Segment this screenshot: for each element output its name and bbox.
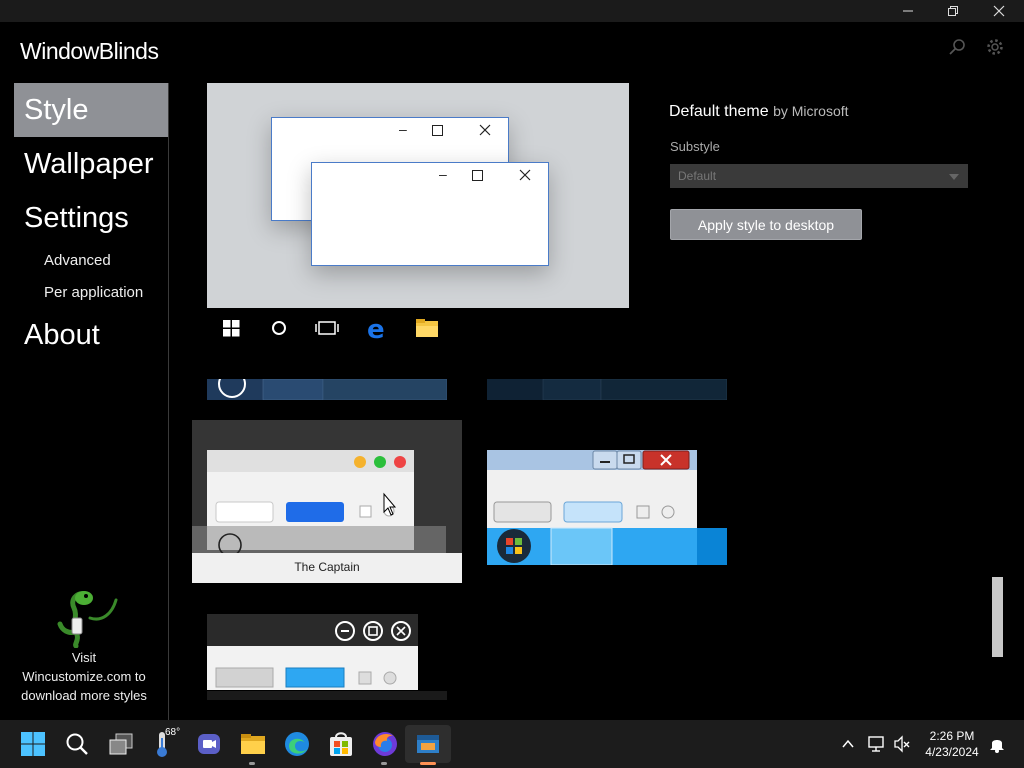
taskbar-edge[interactable] xyxy=(283,730,311,758)
cortana-icon xyxy=(272,321,286,335)
search-button[interactable] xyxy=(946,36,968,58)
substyle-value: Default xyxy=(678,169,717,183)
firefox-icon xyxy=(373,732,397,756)
maximize-icon xyxy=(432,123,443,139)
apply-style-button[interactable]: Apply style to desktop xyxy=(670,209,862,240)
search-icon xyxy=(949,39,965,55)
minimize-icon: – xyxy=(399,121,407,137)
promo-line-2: Wincustomize.com to xyxy=(22,669,146,684)
substyle-label: Substyle xyxy=(670,139,720,154)
task-view-icon xyxy=(315,321,339,335)
nav-wallpaper[interactable]: Wallpaper xyxy=(14,137,168,191)
folder-icon xyxy=(416,319,438,337)
notification-bell-icon xyxy=(990,740,1004,753)
windowblinds-app-icon xyxy=(417,735,439,753)
style-preview: – – xyxy=(207,83,629,308)
substyle-dropdown[interactable]: Default xyxy=(670,164,968,188)
search-icon xyxy=(66,733,88,755)
window-title-bar xyxy=(0,0,1024,22)
close-icon xyxy=(993,5,1005,17)
taskbar-search[interactable] xyxy=(63,730,91,758)
nav-per-application[interactable]: Per application xyxy=(44,284,143,301)
notifications-button[interactable] xyxy=(988,735,1006,758)
promo-line-3: download more styles xyxy=(21,688,147,703)
video-chat-icon xyxy=(198,734,220,754)
style-name-label: The Captain xyxy=(294,560,360,574)
chevron-up-icon xyxy=(842,739,854,748)
close-icon xyxy=(519,168,531,184)
close-icon xyxy=(479,123,491,139)
gear-icon xyxy=(987,39,1003,55)
theme-title: Default theme by Microsoft xyxy=(669,103,849,121)
promo-line-1: Visit xyxy=(71,650,97,665)
taskbar-store[interactable] xyxy=(327,730,355,758)
minimize-icon: – xyxy=(439,166,447,182)
taskbar-file-explorer[interactable] xyxy=(239,730,267,758)
volume-tray-button[interactable] xyxy=(893,735,911,758)
preview-window-front: – xyxy=(311,162,549,266)
edge-icon xyxy=(285,732,309,756)
taskbar-task-view[interactable] xyxy=(107,730,135,758)
taskbar-firefox[interactable] xyxy=(371,730,399,758)
restore-button[interactable] xyxy=(930,0,976,22)
active-app-indicator xyxy=(420,762,436,765)
scrollbar-thumb[interactable] xyxy=(992,577,1003,657)
windows7-orb-icon xyxy=(497,529,531,563)
style-tile-the-captain[interactable]: The Captain xyxy=(192,420,462,583)
clock-date: 4/23/2024 xyxy=(925,745,979,759)
preview-taskbar: e xyxy=(207,312,629,346)
network-tray-button[interactable] xyxy=(867,735,885,758)
windows-taskbar: 68° xyxy=(0,720,1024,768)
network-icon xyxy=(868,736,884,752)
promo-link[interactable]: Visit Wincustomize.com to download more … xyxy=(14,588,154,705)
settings-button[interactable] xyxy=(984,36,1006,58)
running-indicator xyxy=(249,762,255,765)
taskbar-clock[interactable]: 2:26 PM 4/23/2024 xyxy=(915,728,989,760)
volume-muted-icon xyxy=(894,735,910,753)
style-tile-2[interactable] xyxy=(487,379,727,400)
minimize-icon xyxy=(903,10,913,12)
running-indicator xyxy=(381,762,387,765)
taskbar-weather[interactable]: 68° xyxy=(151,727,185,758)
maximize-icon xyxy=(472,168,483,184)
theme-author: by Microsoft xyxy=(773,103,849,119)
mac-close-icon xyxy=(394,456,406,468)
edge-legacy-icon: e xyxy=(367,315,385,345)
windows-start-icon xyxy=(21,732,45,756)
style-tile-dark[interactable] xyxy=(207,614,447,700)
mac-maximize-icon xyxy=(374,456,386,468)
theme-name: Default theme xyxy=(669,103,769,120)
clock-time: 2:26 PM xyxy=(929,729,975,743)
nav-about[interactable]: About xyxy=(14,308,168,362)
style-tile-windows7[interactable] xyxy=(487,450,727,565)
show-hidden-icons-button[interactable] xyxy=(840,736,856,757)
minimize-button[interactable] xyxy=(885,0,931,22)
mac-minimize-icon xyxy=(354,456,366,468)
nav-advanced[interactable]: Advanced xyxy=(44,252,111,269)
nav-style[interactable]: Style xyxy=(14,83,168,137)
start-button[interactable] xyxy=(19,730,47,758)
weather-temperature: 68° xyxy=(165,727,181,738)
nav-settings[interactable]: Settings xyxy=(14,191,168,245)
folder-icon xyxy=(241,734,265,754)
style-tile-1[interactable] xyxy=(207,379,447,400)
task-view-icon xyxy=(109,733,133,755)
taskbar-meet[interactable] xyxy=(195,730,223,758)
taskbar-windowblinds[interactable] xyxy=(405,725,451,763)
close-button[interactable] xyxy=(976,0,1022,22)
sidebar-divider xyxy=(168,83,169,720)
restore-icon xyxy=(948,6,958,16)
app-logo: WindowBlinds xyxy=(20,38,159,64)
chevron-down-icon xyxy=(949,174,959,180)
gecko-mascot-icon xyxy=(57,591,118,648)
store-icon xyxy=(330,732,352,756)
windows-logo-icon xyxy=(223,320,240,337)
